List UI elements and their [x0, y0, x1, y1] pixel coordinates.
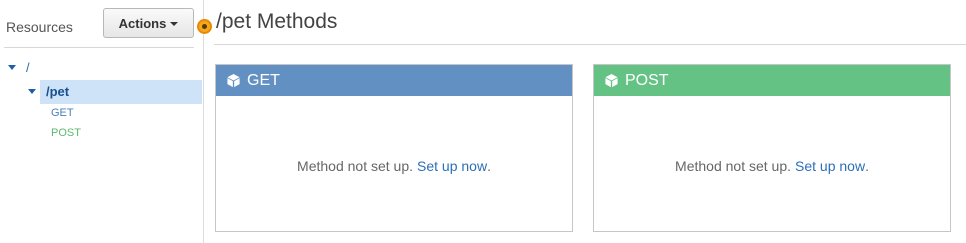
post-card-header: POST — [594, 65, 950, 96]
tree-item-root[interactable]: / — [26, 60, 30, 75]
tree-item-get[interactable]: GET — [51, 107, 74, 119]
get-card-body: Method not set up. Set up now. — [216, 96, 572, 231]
get-not-setup-text: Method not set up. — [297, 157, 413, 174]
panel-divider — [4, 47, 194, 48]
cube-icon — [227, 73, 240, 88]
page-title: /pet Methods — [216, 10, 338, 33]
post-setup-period: . — [865, 157, 869, 174]
actions-button[interactable]: Actions — [103, 8, 194, 38]
pet-expand-icon[interactable] — [28, 89, 36, 94]
actions-label: Actions — [118, 15, 167, 31]
drag-handle-icon[interactable] — [197, 19, 212, 34]
caret-down-icon — [170, 21, 179, 26]
get-setup-now-link[interactable]: Set up now — [417, 158, 487, 174]
resources-label: Resources — [6, 19, 73, 35]
get-setup-period: . — [487, 157, 491, 174]
post-card-body: Method not set up. Set up now. — [594, 96, 950, 231]
get-card-header: GET — [216, 65, 572, 96]
post-setup-now-link[interactable]: Set up now — [795, 158, 865, 174]
post-card-title: POST — [625, 71, 669, 89]
root-expand-icon[interactable] — [8, 65, 16, 70]
get-card-title: GET — [247, 71, 280, 89]
tree-item-pet-label: /pet — [46, 84, 70, 99]
post-not-setup-text: Method not set up. — [675, 157, 791, 174]
tree-item-pet[interactable]: /pet — [40, 80, 202, 104]
get-method-card: GET Method not set up. Set up now. — [215, 64, 573, 232]
cube-icon — [605, 73, 618, 88]
title-divider — [214, 44, 966, 45]
post-method-card: POST Method not set up. Set up now. — [593, 64, 951, 232]
resources-panel: Resources Actions / /pet GET POST — [0, 0, 204, 243]
tree-item-post[interactable]: POST — [51, 127, 81, 139]
